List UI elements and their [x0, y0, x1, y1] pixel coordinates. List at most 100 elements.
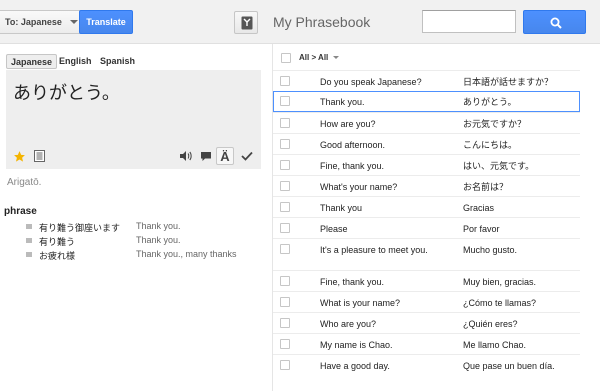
speech-bubble-icon	[201, 151, 211, 161]
phrase-source: Fine, thank you.	[320, 161, 385, 171]
listen-button[interactable]	[176, 147, 194, 165]
row-checkbox[interactable]	[280, 223, 290, 233]
row-checkbox[interactable]	[280, 139, 290, 149]
phrasebook-row[interactable]: What is your name? ¿Cómo te llamas?	[273, 291, 580, 312]
phrase-source: What is your name?	[320, 298, 401, 308]
document-button[interactable]	[30, 147, 48, 165]
dictionary-translation: Thank you.	[136, 235, 181, 245]
phrasebook-row[interactable]: Fine, thank you. はい、元気です。	[273, 154, 580, 175]
phrase-translation: Me llamo Chao.	[463, 340, 527, 350]
filter-label: All > All	[299, 53, 329, 62]
row-checkbox[interactable]	[280, 202, 290, 212]
dictionary-entry[interactable]: 有り難う御座います Thank you.	[4, 220, 264, 234]
dictionary-translation: Thank you., many thanks	[136, 249, 237, 259]
star-icon	[13, 150, 25, 162]
row-checkbox[interactable]	[280, 360, 290, 370]
search-icon	[550, 17, 562, 29]
dictionary-entry[interactable]: お疲れ様 Thank you., many thanks	[4, 248, 264, 262]
dictionary-term: お疲れ様	[39, 251, 76, 261]
phrasebook-row[interactable]: Thank you Gracias	[273, 196, 580, 217]
phrasebook-search-input[interactable]	[422, 10, 516, 33]
phrasebook-row-selected[interactable]: Thank you. ありがとう。	[273, 91, 580, 112]
phrase-translation: Muy bien, gracias.	[463, 277, 537, 287]
phrasebook-row[interactable]: Do you speak Japanese? 日本語が話せますか？	[273, 70, 580, 91]
phrase-translation: お元気ですか？	[463, 119, 527, 129]
phrasebook-row[interactable]: Please Por favor	[273, 217, 580, 238]
phrase-source: Thank you.	[320, 97, 365, 107]
part-of-speech: phrase	[4, 206, 37, 217]
chevron-down-icon	[333, 56, 340, 60]
a-umlaut-icon: Ä	[220, 148, 230, 164]
phrase-source: My name is Chao.	[320, 340, 393, 350]
phrasebook-row[interactable]: How are you? お元気ですか？	[273, 112, 580, 133]
phrasebook-pane: All > All Do you speak Japanese? 日本語が話せま…	[273, 44, 600, 391]
chevron-down-icon	[69, 20, 78, 24]
phrasebook-row[interactable]: What's your name? お名前は？	[273, 175, 580, 196]
phrasebook-row[interactable]: Fine, thank you. Muy bien, gracias.	[273, 270, 580, 291]
translation-result: ありがとう。	[13, 83, 120, 103]
frequency-bar	[26, 238, 32, 243]
tab-spanish[interactable]: Spanish	[96, 54, 139, 69]
check-button[interactable]	[238, 147, 256, 165]
row-checkbox[interactable]	[280, 276, 290, 286]
translation-result-box: ありがとう。 Ä	[6, 70, 261, 169]
translate-button[interactable]: Translate	[79, 10, 133, 34]
phrase-source: Thank you	[320, 203, 363, 213]
phrasebook-row[interactable]: Who are you? ¿Quién eres?	[273, 312, 580, 333]
phrase-translation: Mucho gusto.	[463, 245, 518, 255]
phrase-source: What's your name?	[320, 182, 398, 192]
phrase-translation: Por favor	[463, 224, 500, 234]
result-toolbar: Ä	[6, 147, 261, 165]
phrasebook-button[interactable]	[234, 11, 258, 34]
phrase-source: Have a good day.	[320, 361, 390, 371]
row-checkbox[interactable]	[280, 76, 290, 86]
star-button[interactable]	[10, 147, 28, 165]
phrase-translation: 日本語が話せますか？	[463, 77, 554, 87]
phrasebook-filter-row: All > All	[273, 44, 600, 70]
phrase-translation: Gracias	[463, 203, 495, 213]
top-bar: To: Japanese Translate My Phrasebook	[0, 0, 600, 44]
row-checkbox[interactable]	[280, 244, 290, 254]
phrasebook-search-button[interactable]	[523, 10, 586, 34]
dictionary-term: 有り難う	[39, 237, 76, 247]
phrasebook-list: Do you speak Japanese? 日本語が話せますか？ Thank …	[273, 70, 580, 375]
phrasebook-row[interactable]: My name is Chao. Me llamo Chao.	[273, 333, 580, 354]
tab-english[interactable]: English	[55, 54, 96, 69]
row-checkbox[interactable]	[280, 318, 290, 328]
frequency-bar	[26, 224, 32, 229]
tab-japanese[interactable]: Japanese	[6, 54, 58, 69]
target-language-label: To: Japanese	[5, 17, 62, 27]
row-checkbox[interactable]	[280, 118, 290, 128]
checkmark-icon	[241, 151, 253, 161]
frequency-bar	[26, 252, 32, 257]
phrase-translation: ¿Cómo te llamas?	[463, 298, 537, 308]
phrase-translation: こんにちは。	[463, 140, 518, 150]
row-checkbox[interactable]	[280, 297, 290, 307]
phrasebook-row[interactable]: Good afternoon. こんにちは。	[273, 133, 580, 154]
target-language-select[interactable]: To: Japanese	[0, 10, 85, 34]
dictionary-entry[interactable]: 有り難う Thank you.	[4, 234, 264, 248]
phrase-translation: はい、元気です。	[463, 161, 535, 171]
dictionary-term: 有り難う御座います	[39, 223, 121, 233]
phrase-source: How are you?	[320, 119, 376, 129]
document-icon	[33, 150, 45, 162]
row-checkbox[interactable]	[280, 96, 290, 106]
row-checkbox[interactable]	[280, 339, 290, 349]
transliteration-text: Arigatō.	[7, 177, 42, 188]
phrase-source: Who are you?	[320, 319, 377, 329]
row-checkbox[interactable]	[280, 160, 290, 170]
phrasebook-row[interactable]: Have a good day. Que pase un buen día.	[273, 354, 580, 375]
feedback-button[interactable]	[197, 147, 215, 165]
transliteration-toggle[interactable]: Ä	[216, 147, 234, 165]
dictionary-translation: Thank you.	[136, 221, 181, 231]
phrasebook-title: My Phrasebook	[273, 14, 371, 30]
phrasebook-row[interactable]: It's a pleasure to meet you. Mucho gusto…	[273, 238, 580, 270]
row-checkbox[interactable]	[280, 181, 290, 191]
phrasebook-filter-dropdown[interactable]: All > All	[299, 53, 340, 62]
phrase-source: Good afternoon.	[320, 140, 386, 150]
translation-pane: Japanese English Spanish ありがとう。 Ä Arigat…	[0, 44, 272, 391]
phrase-translation: ¿Quién eres?	[463, 319, 518, 329]
select-all-checkbox[interactable]	[281, 53, 291, 63]
phrase-translation: お名前は？	[463, 182, 509, 192]
phrase-translation: Que pase un buen día.	[463, 361, 555, 371]
